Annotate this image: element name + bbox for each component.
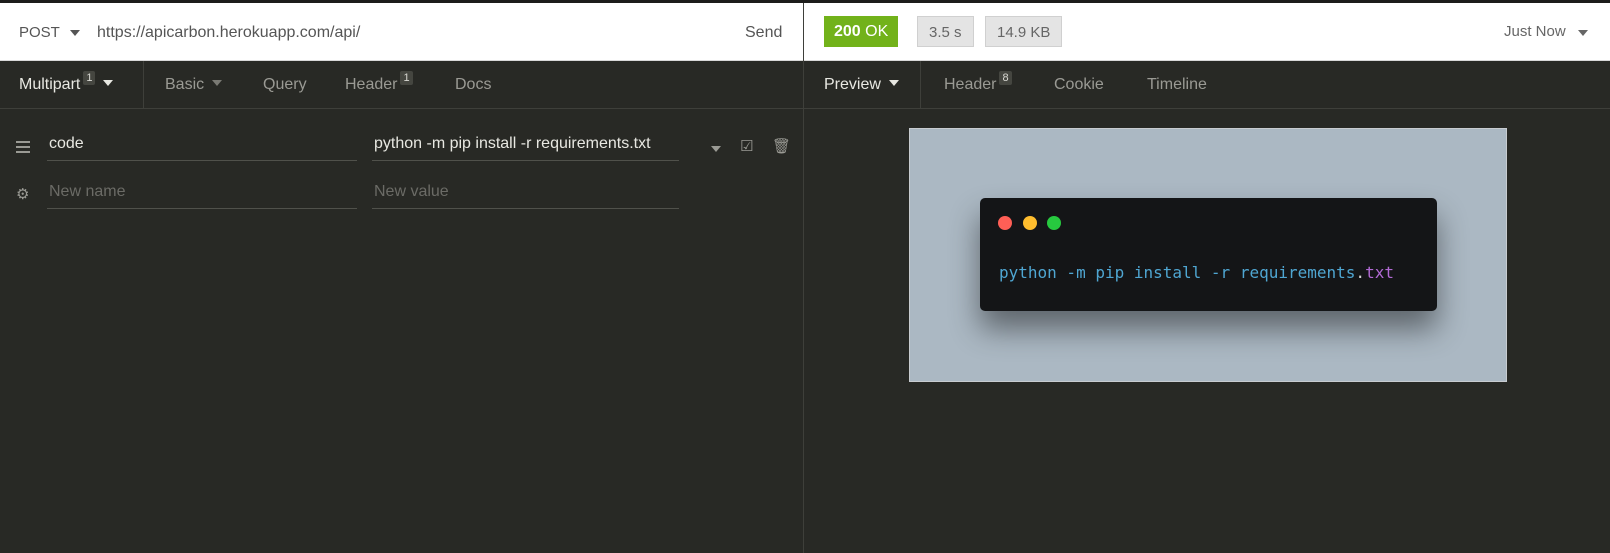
response-tabs: Preview Header 8 Cookie Timeline bbox=[804, 61, 1610, 109]
url-input[interactable]: https://apicarbon.herokuapp.com/api/ bbox=[97, 24, 360, 42]
tab-timeline[interactable]: Timeline bbox=[1147, 61, 1207, 109]
chevron-down-icon[interactable] bbox=[711, 146, 721, 152]
tab-response-header[interactable]: Header 8 bbox=[944, 61, 1012, 109]
request-tabs: Multipart 1 Basic Query Header 1 Docs bbox=[0, 61, 803, 109]
tab-badge: 1 bbox=[400, 71, 413, 85]
tab-label: Header bbox=[345, 76, 398, 93]
tab-multipart[interactable]: Multipart 1 bbox=[19, 61, 114, 109]
response-status-bar: 200 OK 3.5 s 14.9 KB Just Now bbox=[804, 3, 1610, 61]
code-window: python -m pip install -r requirements.tx… bbox=[980, 198, 1437, 311]
tab-divider bbox=[920, 61, 921, 109]
chevron-down-icon[interactable] bbox=[1578, 30, 1588, 36]
trash-icon[interactable]: 🗑 bbox=[772, 139, 791, 155]
tab-label: Header bbox=[944, 76, 997, 93]
new-param-row: ⚙ New name New value bbox=[0, 169, 803, 217]
param-row: code python -m pip install -r requiremen… bbox=[0, 121, 803, 169]
url-bar: POST https://apicarbon.herokuapp.com/api… bbox=[0, 3, 803, 61]
tab-divider bbox=[143, 61, 144, 109]
tab-label: Cookie bbox=[1054, 76, 1104, 93]
response-time-badge: 3.5 s bbox=[917, 16, 974, 47]
tab-badge: 1 bbox=[83, 71, 96, 85]
chevron-down-icon bbox=[103, 80, 114, 86]
window-minimize-dot bbox=[1023, 216, 1037, 230]
tab-query[interactable]: Query bbox=[263, 61, 307, 109]
request-pane: POST https://apicarbon.herokuapp.com/api… bbox=[0, 3, 803, 553]
code-main: python -m pip install -r requirements bbox=[999, 263, 1356, 282]
chevron-down-icon bbox=[212, 80, 223, 86]
window-close-dot bbox=[998, 216, 1012, 230]
param-name-field[interactable]: code bbox=[47, 129, 357, 161]
tab-basic[interactable]: Basic bbox=[165, 61, 223, 109]
code-extension: txt bbox=[1365, 263, 1394, 282]
window-maximize-dot bbox=[1047, 216, 1061, 230]
send-button[interactable]: Send bbox=[745, 24, 782, 42]
gear-icon[interactable]: ⚙ bbox=[16, 187, 29, 203]
tab-label: Query bbox=[263, 76, 307, 93]
status-badge: 200 OK bbox=[824, 16, 899, 47]
tab-label: Docs bbox=[455, 76, 492, 93]
tab-badge: 8 bbox=[999, 71, 1012, 85]
app-window: POST https://apicarbon.herokuapp.com/api… bbox=[0, 0, 1610, 553]
status-text: OK bbox=[865, 23, 889, 40]
checkbox-icon[interactable]: ☑ bbox=[740, 139, 753, 155]
tab-header[interactable]: Header 1 bbox=[345, 61, 413, 109]
tab-cookie[interactable]: Cookie bbox=[1054, 61, 1104, 109]
param-value-field[interactable]: python -m pip install -r requirements.tx… bbox=[372, 129, 679, 161]
tab-label: Multipart bbox=[19, 76, 81, 93]
code-snippet: python -m pip install -r requirements.tx… bbox=[999, 263, 1394, 282]
tab-label: Basic bbox=[165, 76, 205, 93]
preview-image: python -m pip install -r requirements.tx… bbox=[909, 128, 1507, 382]
tab-preview[interactable]: Preview bbox=[824, 61, 899, 109]
history-dropdown[interactable]: Just Now bbox=[1504, 23, 1566, 40]
chevron-down-icon[interactable] bbox=[70, 30, 80, 36]
new-value-field[interactable]: New value bbox=[372, 177, 679, 209]
chevron-down-icon bbox=[888, 80, 899, 86]
response-pane: 200 OK 3.5 s 14.9 KB Just Now Preview He… bbox=[804, 3, 1610, 553]
new-name-field[interactable]: New name bbox=[47, 177, 357, 209]
tab-docs[interactable]: Docs bbox=[455, 61, 491, 109]
drag-handle-icon[interactable] bbox=[16, 141, 30, 156]
tab-label: Timeline bbox=[1147, 76, 1207, 93]
response-size-badge: 14.9 KB bbox=[985, 16, 1063, 47]
status-code: 200 bbox=[834, 23, 861, 40]
code-dot: . bbox=[1355, 263, 1366, 282]
method-dropdown[interactable]: POST bbox=[19, 24, 60, 41]
tab-label: Preview bbox=[824, 76, 881, 93]
